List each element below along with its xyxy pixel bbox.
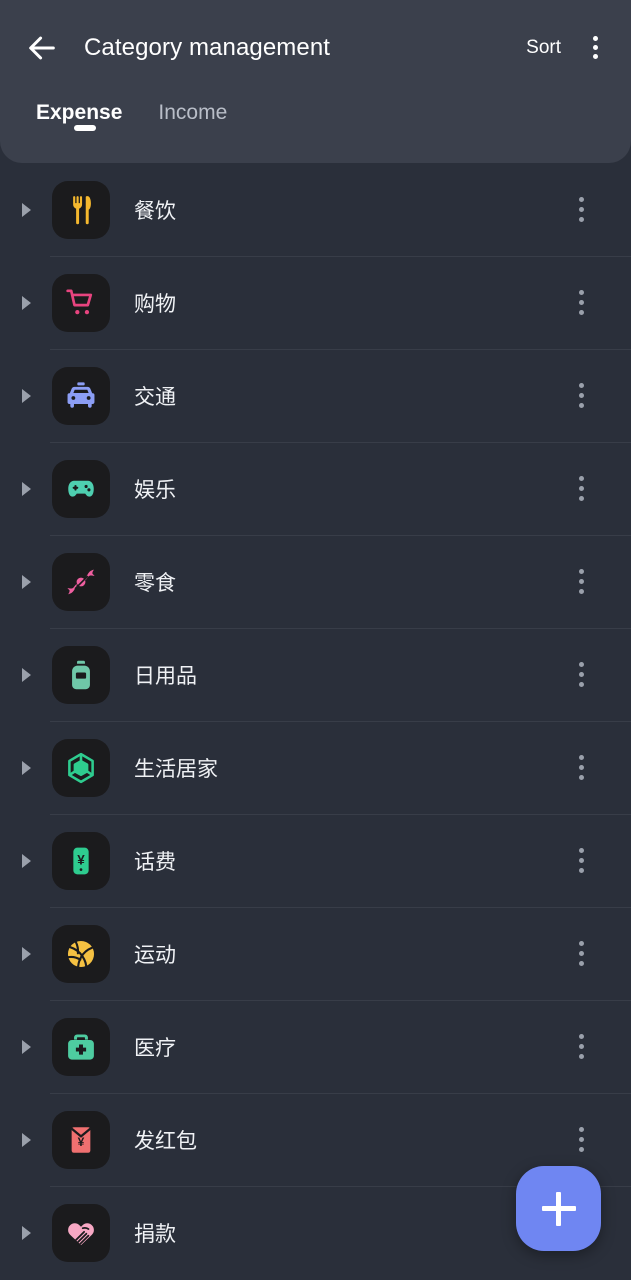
row-overflow-menu-icon[interactable]	[564, 1020, 598, 1074]
caret-right-icon[interactable]	[0, 295, 52, 310]
caret-right-icon[interactable]	[0, 481, 52, 496]
taxi-car-icon	[52, 366, 110, 425]
table-row-label: 餐饮	[134, 199, 176, 223]
row-overflow-menu-icon[interactable]	[564, 1113, 598, 1167]
svg-text:¥: ¥	[78, 1135, 85, 1149]
table-row[interactable]: 交通	[0, 349, 631, 442]
detergent-bottle-icon	[52, 645, 110, 704]
row-overflow-menu-icon[interactable]	[564, 555, 598, 609]
table-row[interactable]: 购物	[0, 256, 631, 349]
table-row-label: 日用品	[134, 664, 197, 688]
row-overflow-menu-icon[interactable]	[564, 183, 598, 237]
table-row-label: 生活居家	[134, 757, 218, 781]
table-row-label: 娱乐	[134, 478, 176, 502]
plus-icon-vertical	[556, 1191, 561, 1226]
caret-right-icon[interactable]	[0, 946, 52, 961]
table-row-label: 医疗	[134, 1036, 176, 1060]
row-overflow-menu-icon[interactable]	[564, 276, 598, 330]
caret-right-icon[interactable]	[0, 853, 52, 868]
svg-text:¥: ¥	[77, 852, 85, 867]
medical-bag-icon	[52, 1017, 110, 1076]
table-row[interactable]: ¥ 话费	[0, 814, 631, 907]
category-management-screen: Category management Sort Expense Income	[0, 0, 631, 1280]
table-row-label: 运动	[134, 943, 176, 967]
row-overflow-menu-icon[interactable]	[564, 369, 598, 423]
tab-active-indicator	[74, 125, 96, 131]
phone-yuan-icon: ¥	[52, 831, 110, 890]
row-overflow-menu-icon[interactable]	[564, 834, 598, 888]
app-bar-actions: Sort	[514, 24, 631, 72]
row-overflow-menu-icon[interactable]	[564, 462, 598, 516]
row-overflow-menu-icon[interactable]	[564, 648, 598, 702]
caret-right-icon[interactable]	[0, 1225, 52, 1240]
category-list[interactable]: 餐饮 购物 交通 娱乐 零食 日用品 生活居家 ¥ 话费 运动 医疗 ¥ 发红包…	[0, 163, 631, 1280]
app-bar-top-row: Category management Sort	[0, 0, 631, 95]
fork-knife-icon	[52, 180, 110, 239]
arrow-left-icon	[25, 31, 59, 65]
table-row[interactable]: 餐饮	[0, 163, 631, 256]
caret-right-icon[interactable]	[0, 760, 52, 775]
table-row[interactable]: 运动	[0, 907, 631, 1000]
table-row-label: 交通	[134, 385, 176, 409]
caret-right-icon[interactable]	[0, 1132, 52, 1147]
table-row-label: 话费	[134, 850, 176, 874]
table-row-label: 发红包	[134, 1129, 197, 1153]
red-envelope-icon: ¥	[52, 1110, 110, 1169]
row-overflow-menu-icon[interactable]	[564, 741, 598, 795]
back-button[interactable]	[12, 18, 72, 78]
tab-income-label: Income	[158, 101, 228, 124]
tab-income[interactable]: Income	[158, 95, 241, 125]
tab-bar: Expense Income	[0, 95, 263, 157]
tab-expense-label: Expense	[36, 101, 123, 124]
table-row[interactable]: 医疗	[0, 1000, 631, 1093]
table-row[interactable]: 日用品	[0, 628, 631, 721]
shopping-cart-icon	[52, 273, 110, 332]
caret-right-icon[interactable]	[0, 388, 52, 403]
gamepad-icon	[52, 459, 110, 518]
page-title: Category management	[84, 33, 331, 61]
table-row-label: 捐款	[134, 1222, 176, 1246]
row-overflow-menu-icon[interactable]	[564, 927, 598, 981]
table-row-label: 购物	[134, 292, 176, 316]
sort-button[interactable]: Sort	[514, 27, 573, 69]
caret-right-icon[interactable]	[0, 667, 52, 682]
candy-icon	[52, 552, 110, 611]
caret-right-icon[interactable]	[0, 202, 52, 217]
table-row[interactable]: 生活居家	[0, 721, 631, 814]
more-vert-icon[interactable]	[573, 24, 617, 72]
cube-hexagon-icon	[52, 738, 110, 797]
app-bar: Category management Sort Expense Income	[0, 0, 631, 163]
add-category-fab[interactable]	[516, 1166, 601, 1251]
table-row-label: 零食	[134, 571, 176, 595]
caret-right-icon[interactable]	[0, 574, 52, 589]
heart-hand-icon	[52, 1203, 110, 1262]
basketball-icon	[52, 924, 110, 983]
table-row[interactable]: 娱乐	[0, 442, 631, 535]
table-row[interactable]: 零食	[0, 535, 631, 628]
tab-expense[interactable]: Expense	[36, 95, 136, 131]
caret-right-icon[interactable]	[0, 1039, 52, 1054]
